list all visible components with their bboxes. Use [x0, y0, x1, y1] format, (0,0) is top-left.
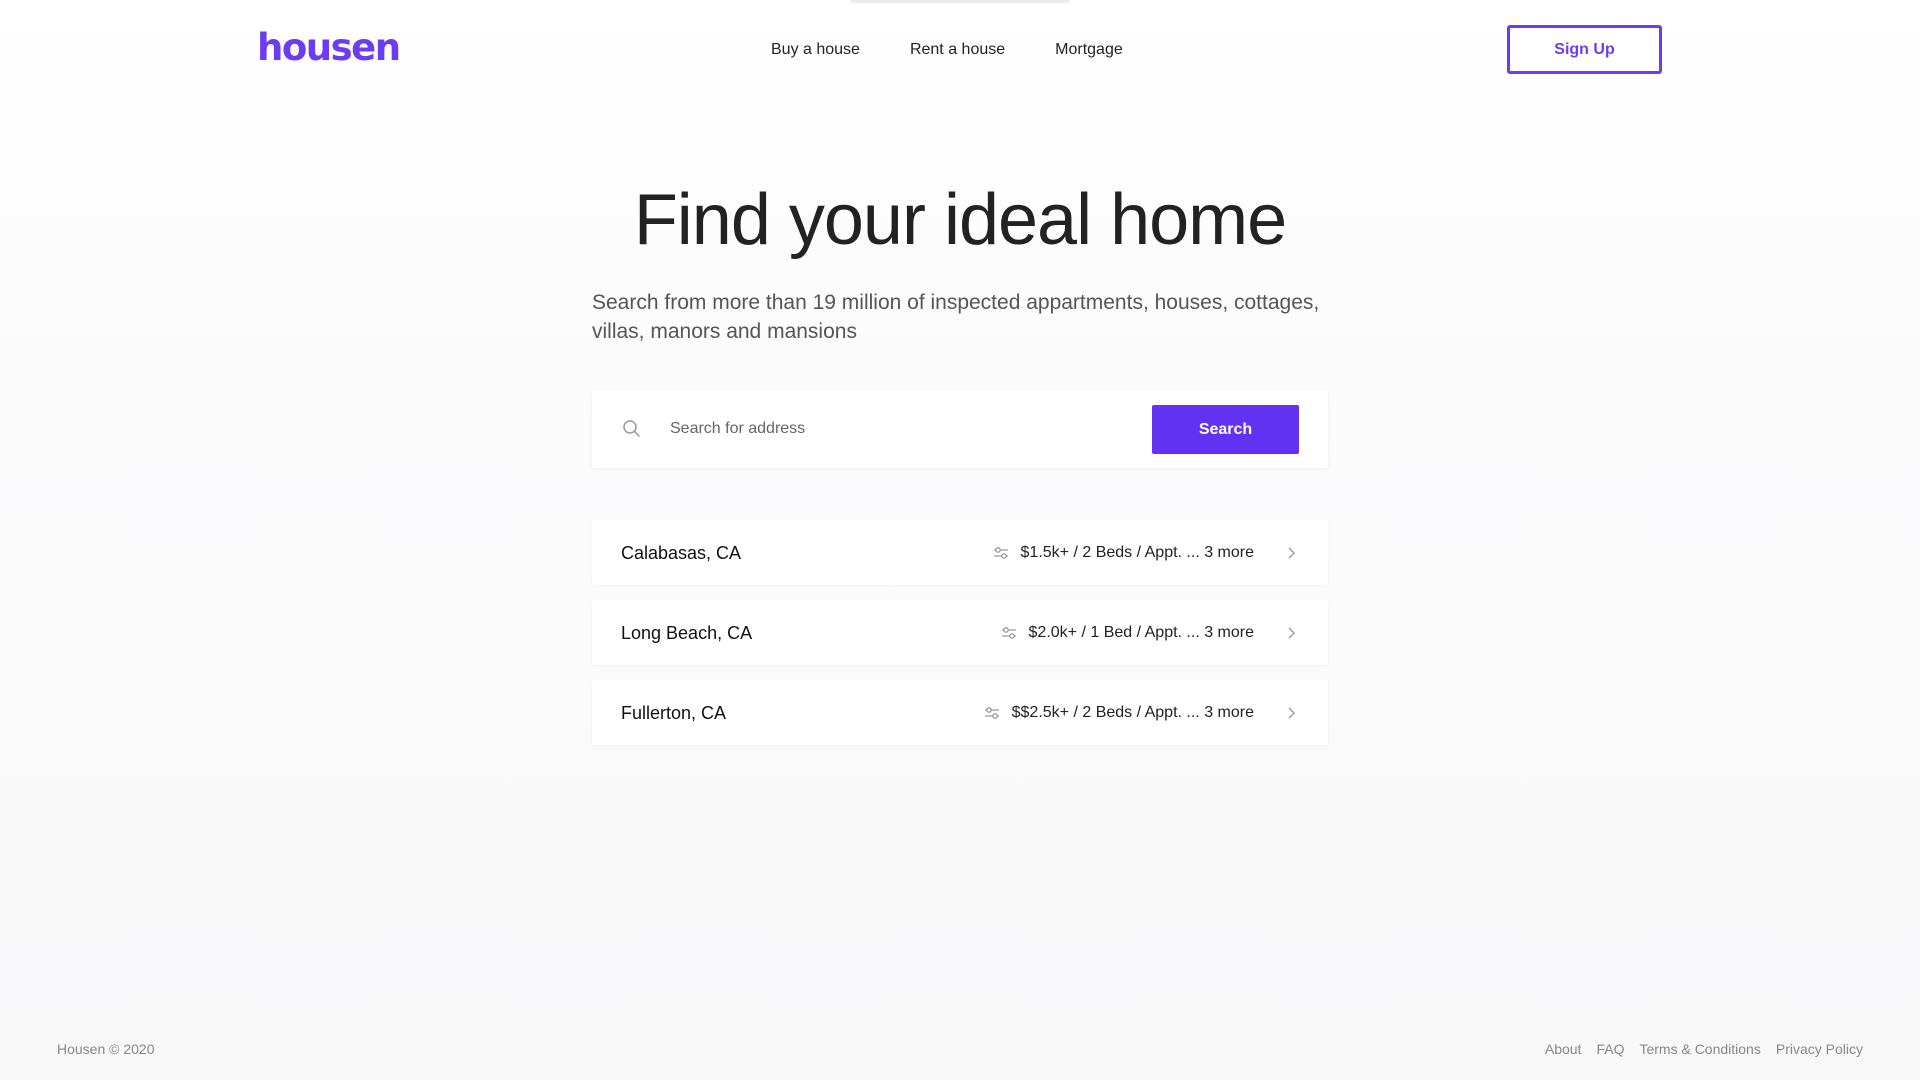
search-icon	[623, 420, 640, 437]
filter-icon	[984, 707, 999, 719]
chevron-right-icon	[1288, 627, 1295, 639]
footer-link-about[interactable]: About	[1545, 1038, 1582, 1060]
saved-searches-list: Calabasas, CA $1.5k+ / 2 Beds / Appt. ..…	[592, 520, 1328, 760]
saved-search-summary: $1.5k+ / 2 Beds / Appt. ... 3 more	[1020, 544, 1254, 561]
saved-search-row[interactable]: Calabasas, CA $1.5k+ / 2 Beds / Appt. ..…	[592, 520, 1328, 585]
saved-search-row[interactable]: Long Beach, CA $2.0k+ / 1 Bed / Appt. ..…	[592, 600, 1328, 665]
saved-search-city: Long Beach, CA	[621, 623, 753, 643]
sign-up-button[interactable]: Sign Up	[1507, 25, 1662, 74]
logo[interactable]: housen	[257, 26, 401, 70]
search-bar: Search	[592, 390, 1328, 468]
page-subtitle: Search from more than 19 million of insp…	[592, 291, 1320, 343]
saved-search-city: Calabasas, CA	[621, 543, 742, 563]
saved-search-details: $2.0k+ / 1 Bed / Appt. ... 3 more	[1001, 621, 1298, 645]
footer-link-terms[interactable]: Terms & Conditions	[1639, 1038, 1760, 1060]
copyright: Housen © 2020	[57, 1041, 155, 1057]
nav-mortgage[interactable]: Mortgage	[1055, 38, 1123, 62]
nav-rent-a-house[interactable]: Rent a house	[910, 38, 1005, 62]
footer-link-privacy[interactable]: Privacy Policy	[1776, 1038, 1863, 1060]
site-header: housen Buy a house Rent a house Mortgage…	[0, 0, 1920, 100]
saved-search-details: $1.5k+ / 2 Beds / Appt. ... 3 more	[993, 541, 1298, 565]
search-button[interactable]: Search	[1152, 405, 1299, 454]
site-footer: Housen © 2020 About FAQ Terms & Conditio…	[0, 1038, 1920, 1062]
filter-icon	[1001, 627, 1016, 639]
main-nav: Buy a house Rent a house Mortgage	[771, 38, 1123, 62]
footer-links: About FAQ Terms & Conditions Privacy Pol…	[1545, 1038, 1863, 1060]
saved-search-details: $$2.5k+ / 2 Beds / Appt. ... 3 more	[984, 701, 1298, 725]
filter-icon	[993, 547, 1008, 559]
saved-search-summary: $2.0k+ / 1 Bed / Appt. ... 3 more	[1028, 624, 1254, 641]
saved-search-city: Fullerton, CA	[621, 703, 727, 723]
page-title: Find your ideal home	[633, 180, 1287, 260]
chevron-right-icon	[1288, 547, 1295, 559]
saved-search-row[interactable]: Fullerton, CA $$2.5k+ / 2 Beds / Appt. .…	[592, 680, 1328, 745]
saved-search-summary: $$2.5k+ / 2 Beds / Appt. ... 3 more	[1011, 704, 1254, 721]
chevron-right-icon	[1288, 707, 1295, 719]
footer-link-faq[interactable]: FAQ	[1596, 1038, 1624, 1060]
nav-buy-a-house[interactable]: Buy a house	[771, 38, 860, 62]
search-input[interactable]	[670, 410, 1110, 448]
